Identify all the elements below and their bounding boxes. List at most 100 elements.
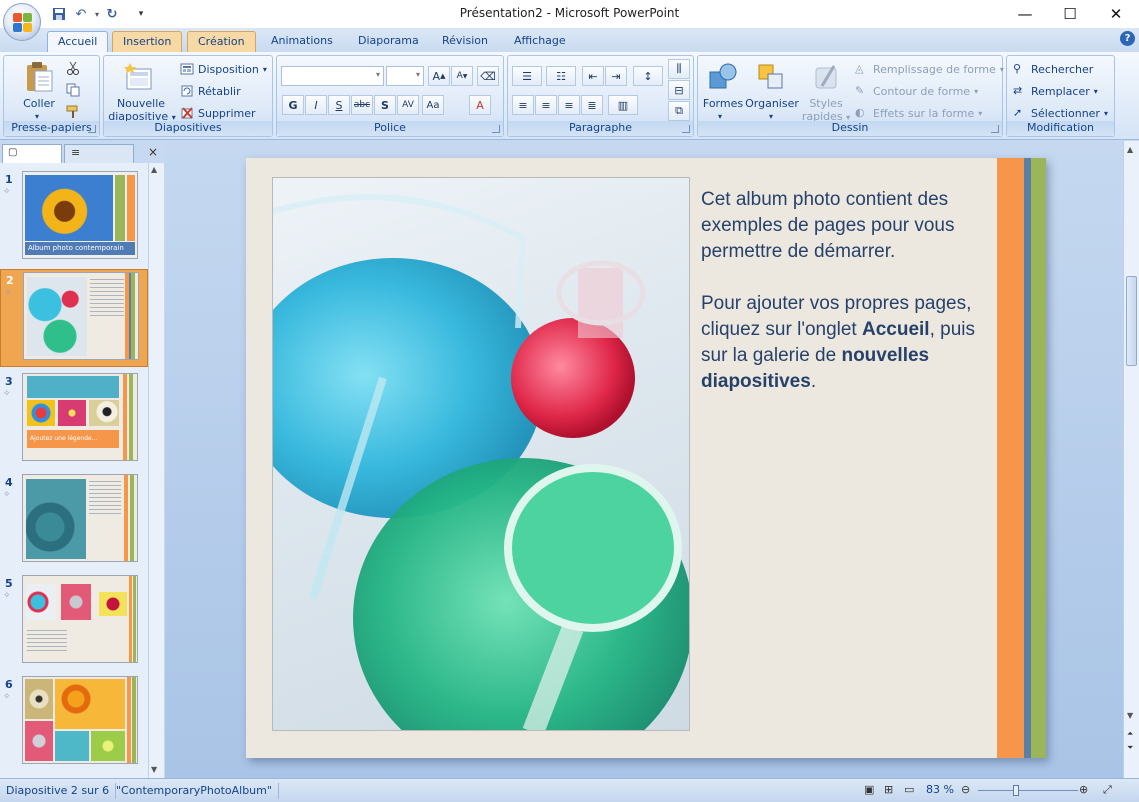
bullets-icon[interactable]: ☰	[512, 66, 542, 86]
shape-fill-button[interactable]: ◬ Remplissage de forme ▾	[855, 59, 1004, 79]
maximize-button[interactable]: ☐	[1047, 0, 1093, 28]
slide-canvas[interactable]: Cet album photo contient des exemples de…	[246, 158, 1046, 758]
next-slide-icon[interactable]: ⏷	[1127, 743, 1133, 753]
tab-affichage[interactable]: Affichage	[504, 31, 576, 52]
new-slide-label-1[interactable]: Nouvelle	[106, 97, 176, 110]
thumbnail-image	[22, 474, 138, 562]
vertical-scrollbar[interactable]: ▲ ▼ ⏶ ⏷	[1123, 141, 1139, 778]
zoom-out-icon[interactable]: ⊖	[961, 783, 970, 796]
copy-icon[interactable]	[66, 83, 80, 100]
slide-text-box[interactable]: Cet album photo contient des exemples de…	[701, 187, 981, 421]
zoom-slider[interactable]	[978, 790, 1078, 791]
scroll-up-icon[interactable]: ▲	[1127, 145, 1133, 154]
columns-icon[interactable]: ▥	[608, 95, 638, 115]
slideshow-icon[interactable]: ▭	[904, 783, 914, 796]
tab-creation[interactable]: Création	[187, 31, 256, 52]
tab-outline[interactable]: ≡	[64, 144, 134, 163]
slide-number: 6	[5, 678, 13, 691]
shapes-icon[interactable]	[706, 60, 740, 94]
smartart-icon[interactable]: ⧉	[668, 101, 690, 121]
font-launcher-icon[interactable]	[492, 125, 500, 133]
numbering-icon[interactable]: ☷	[546, 66, 576, 86]
scroll-down-icon[interactable]: ▼	[151, 765, 157, 774]
tab-slides[interactable]: ▢	[2, 144, 62, 163]
slide-thumbnail-5[interactable]: 5 ✧	[0, 573, 148, 671]
slide-thumbnail-4[interactable]: 4 ✧	[0, 472, 148, 570]
minimize-button[interactable]: —	[1002, 0, 1048, 28]
tab-animations[interactable]: Animations	[261, 31, 343, 52]
slide-thumbnail-2[interactable]: 2 ✧	[0, 269, 148, 367]
delete-slide-button[interactable]: Supprimer	[180, 103, 256, 123]
beakers-photo[interactable]	[272, 177, 690, 731]
decrease-indent-icon[interactable]: ⇤	[582, 66, 604, 86]
font-size-combo[interactable]: ▾	[386, 66, 424, 86]
zoom-slider-thumb[interactable]	[1013, 785, 1019, 796]
scroll-down-icon[interactable]: ▼	[1127, 711, 1133, 720]
change-case-icon[interactable]: Aa	[422, 95, 444, 115]
thumbnail-scrollbar[interactable]: ▲ ▼	[148, 163, 164, 778]
justify-icon[interactable]: ≣	[581, 95, 603, 115]
tab-revision[interactable]: Révision	[432, 31, 498, 52]
font-color-icon[interactable]: A	[469, 95, 491, 115]
italic-icon[interactable]: I	[305, 95, 327, 115]
new-slide-icon[interactable]	[122, 60, 156, 94]
paste-icon[interactable]	[22, 60, 56, 94]
replace-button[interactable]: ⇄ Remplacer ▾	[1013, 81, 1098, 101]
clipboard-launcher-icon[interactable]	[88, 125, 96, 133]
shrink-font-icon[interactable]: A ▼	[451, 66, 473, 86]
scroll-up-icon[interactable]: ▲	[151, 165, 157, 174]
reset-button[interactable]: Rétablir	[180, 81, 241, 101]
tab-diaporama[interactable]: Diaporama	[348, 31, 429, 52]
thumb-accent-bar	[129, 576, 132, 662]
find-button[interactable]: ⚲ Rechercher	[1013, 59, 1093, 79]
underline-icon[interactable]: S	[328, 95, 350, 115]
increase-indent-icon[interactable]: ⇥	[605, 66, 627, 86]
layout-button[interactable]: Disposition ▾	[180, 59, 267, 79]
normal-view-icon[interactable]: ▣	[864, 783, 874, 796]
cut-icon[interactable]	[66, 61, 80, 78]
shape-outline-button[interactable]: ✎ Contour de forme ▾	[855, 81, 978, 101]
bold-icon[interactable]: G	[282, 95, 304, 115]
grow-font-icon[interactable]: A ▲	[428, 66, 450, 86]
align-left-icon[interactable]: ≡	[512, 95, 534, 115]
font-name-combo[interactable]: ▾	[281, 66, 384, 86]
shape-effects-button[interactable]: ◐ Effets sur la forme ▾	[855, 103, 982, 123]
close-panel-icon[interactable]: ×	[148, 145, 158, 159]
thumb-photo	[99, 592, 127, 616]
quick-styles-icon[interactable]	[810, 60, 844, 94]
slide-thumbnail-1[interactable]: 1 ✧ Album photo contemporain	[0, 169, 148, 267]
clear-format-icon[interactable]: ⌫	[477, 66, 499, 86]
office-button[interactable]	[3, 3, 41, 41]
help-icon[interactable]: ?	[1120, 31, 1135, 46]
text-direction-icon[interactable]: ⫼	[668, 59, 690, 79]
drawing-launcher-icon[interactable]	[991, 125, 999, 133]
previous-slide-icon[interactable]: ⏶	[1127, 729, 1133, 739]
thumb-accent-bar	[127, 677, 131, 763]
line-spacing-icon[interactable]: ↕	[633, 66, 663, 86]
tab-accueil[interactable]: Accueil	[47, 31, 109, 53]
paragraph-launcher-icon[interactable]	[682, 125, 690, 133]
paste-button[interactable]: Coller	[18, 97, 60, 110]
char-spacing-icon[interactable]: AV	[397, 95, 419, 115]
slide-thumbnail-6[interactable]: 6 ✧	[0, 674, 148, 772]
scroll-thumb[interactable]	[1126, 276, 1137, 366]
arrange-button[interactable]: Organiser	[744, 97, 800, 110]
thumb-accent-bar	[131, 273, 135, 359]
zoom-in-icon[interactable]: ⊕	[1079, 783, 1088, 796]
zoom-level[interactable]: 83 %	[926, 783, 954, 796]
fit-window-icon[interactable]: ⤢	[1103, 783, 1112, 797]
close-button[interactable]: ✕	[1093, 0, 1139, 28]
align-text-icon[interactable]: ⊟	[668, 80, 690, 100]
slide-counter: Diapositive 2 sur 6	[0, 783, 117, 799]
slide-sorter-icon[interactable]: ⊞	[884, 783, 893, 796]
format-painter-icon[interactable]	[66, 105, 80, 122]
arrange-icon[interactable]	[754, 60, 788, 94]
align-right-icon[interactable]: ≡	[558, 95, 580, 115]
shadow-icon[interactable]: S	[374, 95, 396, 115]
slide-thumbnail-3[interactable]: 3 ✧ Ajoutez une légende...	[0, 371, 148, 469]
shapes-button[interactable]: Formes	[702, 97, 744, 110]
align-center-icon[interactable]: ≡	[535, 95, 557, 115]
strikethrough-icon[interactable]: abc	[351, 95, 373, 115]
select-button[interactable]: ➚ Sélectionner ▾	[1013, 103, 1108, 123]
tab-insertion[interactable]: Insertion	[112, 31, 183, 52]
